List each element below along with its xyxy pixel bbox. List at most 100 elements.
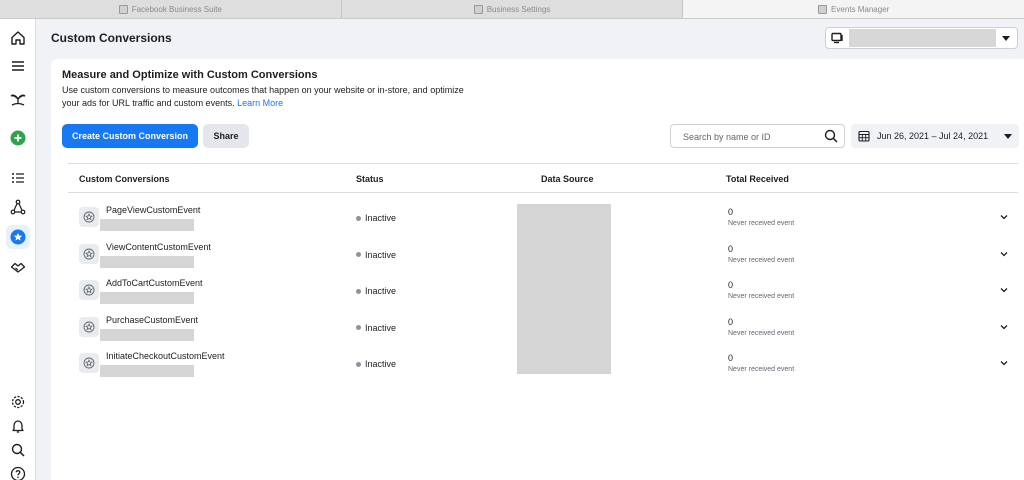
account-name-redacted bbox=[849, 29, 996, 47]
search-input[interactable] bbox=[683, 129, 813, 144]
settings-icon bbox=[11, 395, 25, 409]
status-text: Inactive bbox=[365, 322, 397, 333]
table-header: Custom Conversions Status Data Source To… bbox=[68, 163, 1018, 193]
share-button[interactable]: Share bbox=[203, 124, 249, 148]
chevron-down-icon[interactable] bbox=[999, 212, 1009, 222]
total-received-note: Never received event bbox=[728, 220, 795, 227]
column-header-status[interactable]: Status bbox=[356, 174, 384, 184]
browser-tab-label: Events Manager bbox=[831, 4, 890, 14]
notifications-icon bbox=[12, 420, 24, 433]
chevron-down-icon[interactable] bbox=[999, 322, 1009, 332]
overview-button[interactable] bbox=[6, 166, 30, 190]
chevron-down-icon[interactable] bbox=[999, 285, 1009, 295]
chevron-down-icon[interactable] bbox=[999, 249, 1009, 259]
conversion-id-redacted bbox=[100, 219, 194, 231]
conversion-name[interactable]: ViewContentCustomEvent bbox=[106, 242, 211, 252]
conversion-name[interactable]: InitiateCheckoutCustomEvent bbox=[106, 351, 225, 361]
total-received-note: Never received event bbox=[728, 256, 795, 264]
browser-tab-business-settings[interactable]: Business Settings bbox=[342, 0, 684, 18]
calendar-icon bbox=[858, 130, 870, 142]
partner-icon bbox=[10, 262, 26, 273]
conversion-star-icon bbox=[79, 280, 99, 300]
date-range-picker[interactable]: Jun 26, 2021 – Jul 24, 2021 bbox=[851, 124, 1019, 148]
help-button[interactable] bbox=[6, 462, 30, 480]
status-text: Inactive bbox=[365, 359, 397, 369]
status-badge: Inactive bbox=[356, 323, 396, 333]
column-header-data-source[interactable]: Data Source bbox=[541, 174, 594, 184]
column-header-total-received[interactable]: Total Received bbox=[726, 174, 789, 184]
status-dot-icon bbox=[356, 325, 361, 330]
column-header-name[interactable]: Custom Conversions bbox=[79, 174, 170, 184]
browser-tab-label: Business Settings bbox=[486, 4, 551, 14]
status-text: Inactive bbox=[365, 213, 397, 223]
date-range-text: Jun 26, 2021 – Jul 24, 2021 bbox=[877, 131, 989, 141]
conversion-id-redacted bbox=[100, 292, 194, 304]
chevron-down-icon[interactable] bbox=[999, 358, 1009, 368]
total-received-note: Never received event bbox=[728, 366, 795, 373]
create-button[interactable] bbox=[6, 126, 30, 150]
conversion-name[interactable]: AddToCartCustomEvent bbox=[106, 278, 203, 288]
menu-icon bbox=[12, 61, 24, 71]
status-text: Inactive bbox=[365, 249, 397, 260]
status-dot-icon bbox=[356, 361, 361, 367]
status-badge: Inactive bbox=[356, 359, 396, 369]
conversion-id-redacted bbox=[100, 328, 194, 341]
left-nav-rail bbox=[0, 19, 36, 480]
search-icon[interactable] bbox=[824, 129, 838, 143]
conversion-star-icon bbox=[79, 353, 99, 373]
custom-conversions-icon bbox=[10, 229, 26, 245]
status-dot-icon bbox=[356, 252, 361, 257]
custom-conversions-button[interactable] bbox=[6, 225, 30, 249]
conversion-star-icon bbox=[79, 316, 99, 337]
conversion-star-icon bbox=[79, 243, 99, 264]
total-received-note: Never received event bbox=[728, 329, 795, 337]
intro-heading: Measure and Optimize with Custom Convers… bbox=[62, 69, 318, 81]
add-icon bbox=[10, 130, 26, 146]
data-sources-button[interactable] bbox=[6, 195, 30, 219]
conversion-name[interactable]: PurchaseCustomEvent bbox=[106, 315, 198, 325]
browser-tab-label: Facebook Business Suite bbox=[131, 4, 222, 14]
total-received-value: 0 bbox=[728, 353, 734, 363]
search-icon bbox=[11, 443, 25, 457]
status-badge: Inactive bbox=[356, 213, 396, 223]
browser-tab-bar: Facebook Business Suite Business Setting… bbox=[0, 0, 1024, 19]
status-text: Inactive bbox=[365, 286, 397, 296]
ad-account-icon bbox=[831, 32, 843, 44]
ad-account-selector[interactable] bbox=[825, 27, 1018, 49]
total-received-value: 0 bbox=[728, 316, 734, 327]
custom-conversions-card: Measure and Optimize with Custom Convers… bbox=[51, 59, 1024, 480]
browser-tab-events-manager[interactable]: Events Manager bbox=[683, 0, 1024, 18]
total-received-note: Never received event bbox=[728, 293, 795, 300]
notifications-button[interactable] bbox=[6, 414, 30, 438]
learn-more-link[interactable]: Learn More bbox=[237, 98, 283, 108]
chevron-down-icon bbox=[1004, 134, 1012, 139]
conversion-id-redacted bbox=[100, 255, 194, 268]
status-dot-icon bbox=[356, 288, 361, 294]
business-logo-icon bbox=[10, 94, 26, 106]
conversion-id-redacted bbox=[100, 365, 194, 377]
tab-favicon-icon bbox=[118, 4, 128, 14]
status-badge: Inactive bbox=[356, 286, 396, 296]
tab-favicon-icon bbox=[818, 4, 828, 14]
partner-integrations-button[interactable] bbox=[6, 255, 30, 279]
help-icon bbox=[10, 466, 26, 480]
settings-button[interactable] bbox=[6, 390, 30, 414]
list-icon bbox=[12, 173, 24, 183]
conversion-star-icon bbox=[79, 207, 99, 227]
search-box bbox=[670, 124, 845, 148]
status-badge: Inactive bbox=[356, 250, 396, 260]
browser-tab-business-suite[interactable]: Facebook Business Suite bbox=[0, 0, 342, 18]
home-icon bbox=[11, 31, 25, 45]
home-button[interactable] bbox=[6, 26, 30, 50]
intro-description: Use custom conversions to measure outcom… bbox=[62, 84, 482, 110]
create-custom-conversion-button[interactable]: Create Custom Conversion bbox=[62, 124, 198, 148]
business-logo-button[interactable] bbox=[6, 87, 30, 111]
data-source-redacted bbox=[517, 204, 611, 374]
total-received-value: 0 bbox=[728, 243, 734, 254]
page-title: Custom Conversions bbox=[51, 31, 172, 45]
chevron-down-icon bbox=[1002, 36, 1010, 41]
total-received-value: 0 bbox=[728, 207, 734, 217]
conversion-name[interactable]: PageViewCustomEvent bbox=[106, 205, 200, 215]
search-nav-button[interactable] bbox=[6, 438, 30, 462]
menu-button[interactable] bbox=[6, 54, 30, 78]
